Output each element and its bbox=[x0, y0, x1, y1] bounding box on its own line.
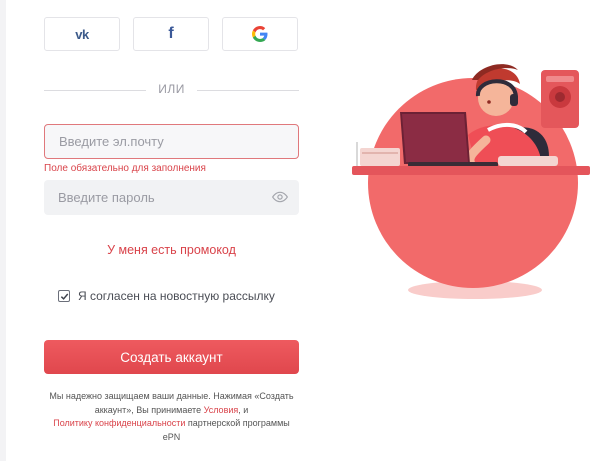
promo-code-link[interactable]: У меня есть промокод bbox=[44, 243, 299, 257]
legal-text-2: , и bbox=[238, 404, 249, 415]
password-input[interactable] bbox=[58, 190, 299, 205]
email-error-message: Поле обязательно для заполнения bbox=[44, 163, 206, 174]
facebook-icon: f bbox=[168, 25, 174, 42]
newsletter-consent[interactable]: Я согласен на новостную рассылку bbox=[58, 289, 275, 303]
illustration-person-at-desk bbox=[352, 64, 590, 299]
newsletter-checkbox[interactable] bbox=[58, 290, 70, 302]
email-field-wrapper bbox=[44, 124, 299, 159]
left-edge-strip bbox=[0, 0, 6, 461]
legal-notice: Мы надежно защищаем ваши данные. Нажимая… bbox=[44, 390, 299, 444]
social-login-row: vk f bbox=[44, 17, 299, 53]
terms-link[interactable]: Условия bbox=[204, 405, 239, 415]
vk-login-button[interactable]: vk bbox=[44, 17, 120, 51]
vk-icon: vk bbox=[75, 26, 89, 42]
divider-text: ИЛИ bbox=[158, 82, 185, 96]
newsletter-label: Я согласен на новостную рассылку bbox=[78, 289, 275, 303]
email-input[interactable] bbox=[59, 134, 298, 149]
or-divider: ИЛИ bbox=[44, 82, 299, 98]
password-field-wrapper bbox=[44, 180, 299, 215]
facebook-login-button[interactable]: f bbox=[133, 17, 209, 51]
legal-text-1: Мы надежно защищаем ваши данные. Нажимая… bbox=[49, 391, 294, 415]
google-login-button[interactable] bbox=[222, 17, 298, 51]
privacy-policy-link[interactable]: Политику конфиденциальности bbox=[53, 418, 185, 428]
divider-line-right bbox=[197, 90, 299, 91]
create-account-button[interactable]: Создать аккаунт bbox=[44, 340, 299, 374]
eye-icon[interactable] bbox=[271, 189, 289, 205]
divider-line-left bbox=[44, 90, 146, 91]
checkmark-icon bbox=[60, 293, 68, 300]
google-icon bbox=[252, 26, 268, 42]
